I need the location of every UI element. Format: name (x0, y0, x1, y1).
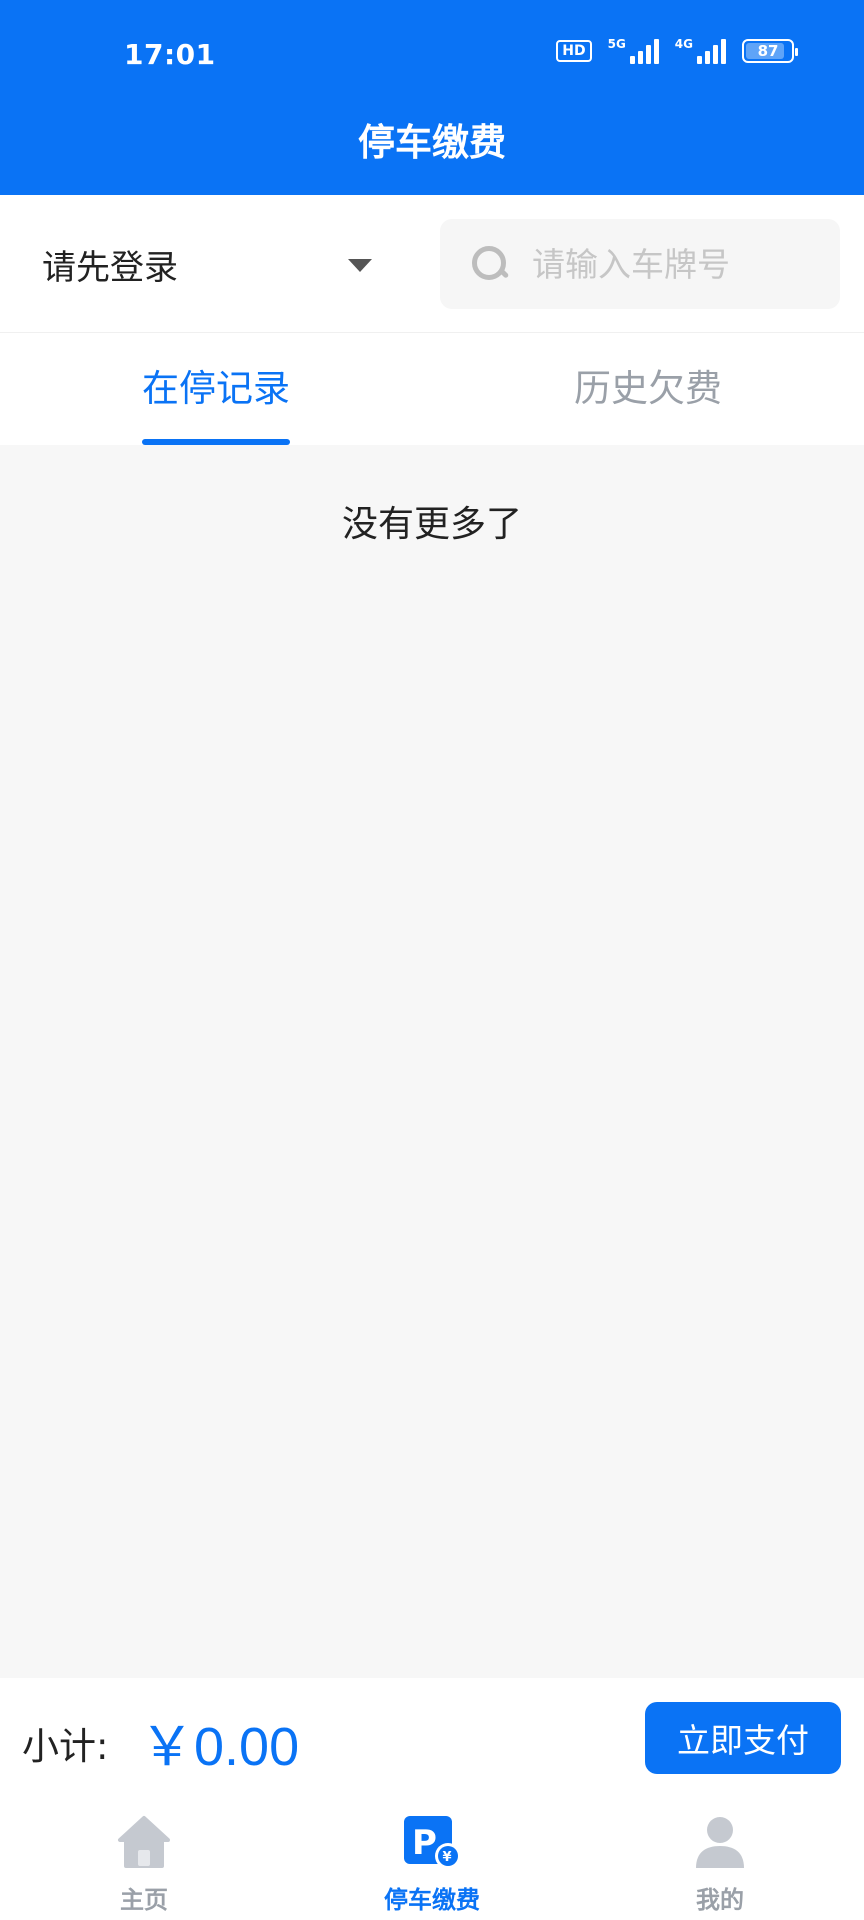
no-more-text: 没有更多了 (341, 504, 522, 545)
svg-text:P: P (412, 1823, 437, 1863)
plate-search-input[interactable] (532, 234, 832, 294)
header: 17:01 HD 5G 4G 87 停车缴费 (0, 0, 864, 195)
battery-icon: 87 (742, 39, 798, 63)
signal-5g-label: 5G (607, 37, 626, 51)
status-time: 17:01 (124, 38, 216, 71)
bottom-nav: 主页 P ¥ 停车缴费 我的 (0, 1798, 864, 1920)
tab-history-arrears-label: 历史欠费 (574, 367, 722, 410)
login-dropdown[interactable]: 请先登录 (42, 239, 382, 289)
nav-item-home[interactable]: 主页 (0, 1798, 288, 1920)
nav-item-parking-pay[interactable]: P ¥ 停车缴费 (288, 1798, 576, 1920)
tab-parking-records[interactable]: 在停记录 (0, 333, 432, 445)
pay-bar: 小计: ￥0.00 立即支付 (0, 1678, 864, 1798)
signal-5g-icon: 5G (608, 38, 659, 64)
subtotal-label: 小计: (22, 1725, 109, 1768)
svg-text:¥: ¥ (443, 1850, 452, 1865)
nav-label-mine: 我的 (696, 1886, 744, 1914)
tab-parking-records-label: 在停记录 (142, 367, 290, 410)
search-box[interactable] (440, 219, 840, 309)
tab-history-arrears[interactable]: 历史欠费 (432, 333, 864, 445)
nav-label-home: 主页 (120, 1886, 168, 1914)
signal-bars-icon (629, 38, 659, 64)
search-icon (470, 244, 510, 284)
parking-pay-icon: P ¥ (404, 1816, 461, 1869)
subtotal-amount: ￥0.00 (140, 1717, 300, 1777)
page-title: 停车缴费 (358, 121, 506, 164)
caret-down-icon (348, 259, 372, 272)
hd-icon: HD (556, 40, 592, 62)
login-dropdown-label: 请先登录 (42, 247, 178, 288)
pay-now-button[interactable]: 立即支付 (645, 1702, 841, 1774)
nav-item-mine[interactable]: 我的 (576, 1798, 864, 1920)
app-root: 17:01 HD 5G 4G 87 停车缴费 请先登录 请输入车牌号 在停记录 … (0, 0, 864, 1920)
user-icon (696, 1817, 744, 1868)
signal-4g-label: 4G (674, 37, 693, 51)
records-list[interactable]: 没有更多了 (0, 445, 864, 1678)
signal-bars-icon (697, 38, 726, 64)
signal-4g-icon: 4G (675, 38, 726, 64)
nav-label-parking-pay: 停车缴费 (384, 1886, 480, 1914)
status-icons: HD 5G 4G 87 (556, 38, 798, 64)
battery-level: 87 (757, 42, 779, 60)
record-tabs: 在停记录 历史欠费 (0, 333, 864, 445)
home-icon (118, 1816, 170, 1868)
filter-row: 请先登录 (0, 195, 864, 333)
